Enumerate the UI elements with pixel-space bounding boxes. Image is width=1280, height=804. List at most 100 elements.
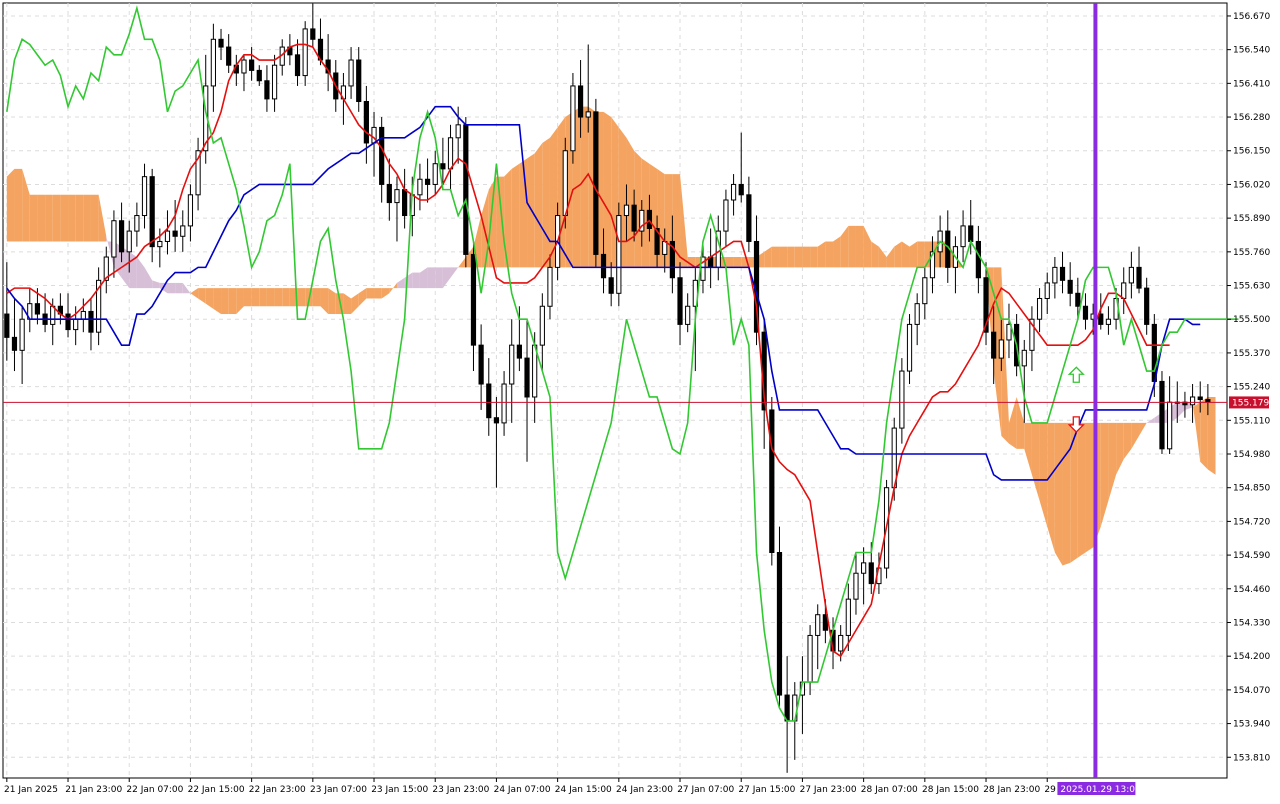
cloud-segment xyxy=(534,142,543,268)
cloud-segment xyxy=(802,246,811,268)
cloud-segment xyxy=(75,194,84,242)
cloud-segment xyxy=(274,288,283,307)
cloud-segment xyxy=(266,288,275,307)
y-tick-label: 153.810 xyxy=(1233,753,1270,763)
bear-candle-body xyxy=(1075,292,1081,307)
y-tick-label: 154.460 xyxy=(1233,585,1270,595)
cloud-segment xyxy=(29,194,38,242)
bear-candle-body xyxy=(356,59,362,102)
bear-candle-body xyxy=(991,331,997,359)
bull-candle-body xyxy=(210,38,216,87)
bull-candle-body xyxy=(271,64,278,100)
cloud-segment xyxy=(1054,422,1063,566)
bull-candle-body xyxy=(432,163,438,185)
y-tick-label: 156.020 xyxy=(1233,180,1270,190)
bear-candle-body xyxy=(218,38,224,48)
cloud-segment xyxy=(312,288,321,307)
bull-candle-body xyxy=(111,220,117,258)
current-price-label: 155.179 xyxy=(1232,398,1269,408)
bear-candle-body xyxy=(769,409,775,553)
cloud-segment xyxy=(1077,422,1086,558)
bull-candle-body xyxy=(914,303,920,325)
x-tick-label: 28 Jan 07:00 xyxy=(861,785,918,795)
cloud-segment xyxy=(519,158,528,268)
bull-candle-body xyxy=(73,318,79,331)
bear-candle-body xyxy=(493,417,500,424)
bear-candle-body xyxy=(600,253,607,279)
cloud-segment xyxy=(1207,396,1216,475)
cloud-segment xyxy=(243,288,252,307)
bull-candle-body xyxy=(685,305,691,325)
cloud-segment xyxy=(37,194,46,242)
x-tick-label: 23 Jan 15:00 xyxy=(371,785,428,795)
bull-candle-body xyxy=(394,189,400,204)
bull-candle-body xyxy=(998,339,1004,359)
x-tick-label: 27 Jan 07:00 xyxy=(677,785,734,795)
y-tick-label: 155.240 xyxy=(1233,383,1270,393)
bear-candle-body xyxy=(631,204,637,232)
plot-background xyxy=(2,2,1228,779)
bear-candle-body xyxy=(593,111,599,255)
y-tick-label: 155.500 xyxy=(1233,315,1270,325)
bull-candle-body xyxy=(845,598,851,636)
cloud-segment xyxy=(580,106,589,268)
cloud-segment xyxy=(733,257,742,268)
bear-candle-body xyxy=(577,85,584,118)
bear-candle-body xyxy=(386,183,392,204)
bear-candle-body xyxy=(478,344,484,385)
ichimoku-chart: 156.670 156.540 156.410 156.280 156.150 156.0… xyxy=(2,2,1270,795)
bull-candle-body xyxy=(1189,396,1196,406)
x-tick-label: 22 Jan 07:00 xyxy=(126,785,183,795)
cloud-segment xyxy=(511,163,520,268)
cloud-segment xyxy=(221,288,229,315)
cloud-segment xyxy=(45,194,53,242)
bull-candle-body xyxy=(164,230,171,242)
bear-candle-body xyxy=(294,54,301,77)
bull-candle-body xyxy=(80,310,86,320)
bear-candle-body xyxy=(1082,305,1089,320)
bear-candle-body xyxy=(463,124,469,255)
bear-candle-body xyxy=(646,209,653,230)
bear-candle-body xyxy=(608,277,614,294)
cloud-segment xyxy=(1085,422,1094,553)
bull-candle-body xyxy=(417,178,423,196)
y-tick-label: 156.280 xyxy=(1233,113,1270,123)
bull-candle-body xyxy=(815,614,821,636)
bull-candle-body xyxy=(1052,266,1058,284)
bull-candle-body xyxy=(906,323,913,372)
bull-candle-body xyxy=(157,240,163,248)
bull-candle-body xyxy=(501,383,507,424)
bull-candle-body xyxy=(187,194,194,227)
x-tick-label: 27 Jan 15:00 xyxy=(738,785,795,795)
bull-candle-body xyxy=(141,176,148,217)
x-tick-label: 28 Jan 23:00 xyxy=(983,785,1040,795)
bull-candle-body xyxy=(1105,318,1112,325)
bull-candle-body xyxy=(723,199,729,232)
bear-candle-body xyxy=(677,277,683,325)
y-tick-label: 156.150 xyxy=(1233,147,1270,157)
x-tick-label: 24 Jan 07:00 xyxy=(494,785,551,795)
chart-container: 156.670 156.540 156.410 156.280 156.150 156.0… xyxy=(0,0,1280,800)
cloud-segment xyxy=(60,194,69,242)
bear-candle-body xyxy=(363,100,369,144)
bull-candle-body xyxy=(241,59,247,74)
bull-candle-body xyxy=(1128,266,1134,284)
cloud-segment xyxy=(412,272,420,289)
bull-candle-body xyxy=(134,215,140,232)
cloud-segment xyxy=(6,168,15,242)
bear-candle-body xyxy=(440,163,446,170)
cloud-segment xyxy=(825,241,834,268)
x-tick-label: 29 xyxy=(1044,785,1056,795)
bull-candle-body xyxy=(1167,401,1173,450)
x-tick-label: 23 Jan 07:00 xyxy=(310,785,367,795)
bull-candle-body xyxy=(19,318,25,351)
x-tick-label: 23 Jan 23:00 xyxy=(432,785,489,795)
bull-candle-body xyxy=(585,111,591,118)
bear-candle-body xyxy=(226,46,232,66)
cloud-segment xyxy=(228,288,237,315)
cloud-segment xyxy=(779,246,788,268)
y-tick-label: 155.370 xyxy=(1233,349,1270,359)
x-tick-label: 22 Jan 15:00 xyxy=(188,785,245,795)
bear-candle-body xyxy=(310,28,316,40)
bull-candle-body xyxy=(509,344,515,385)
